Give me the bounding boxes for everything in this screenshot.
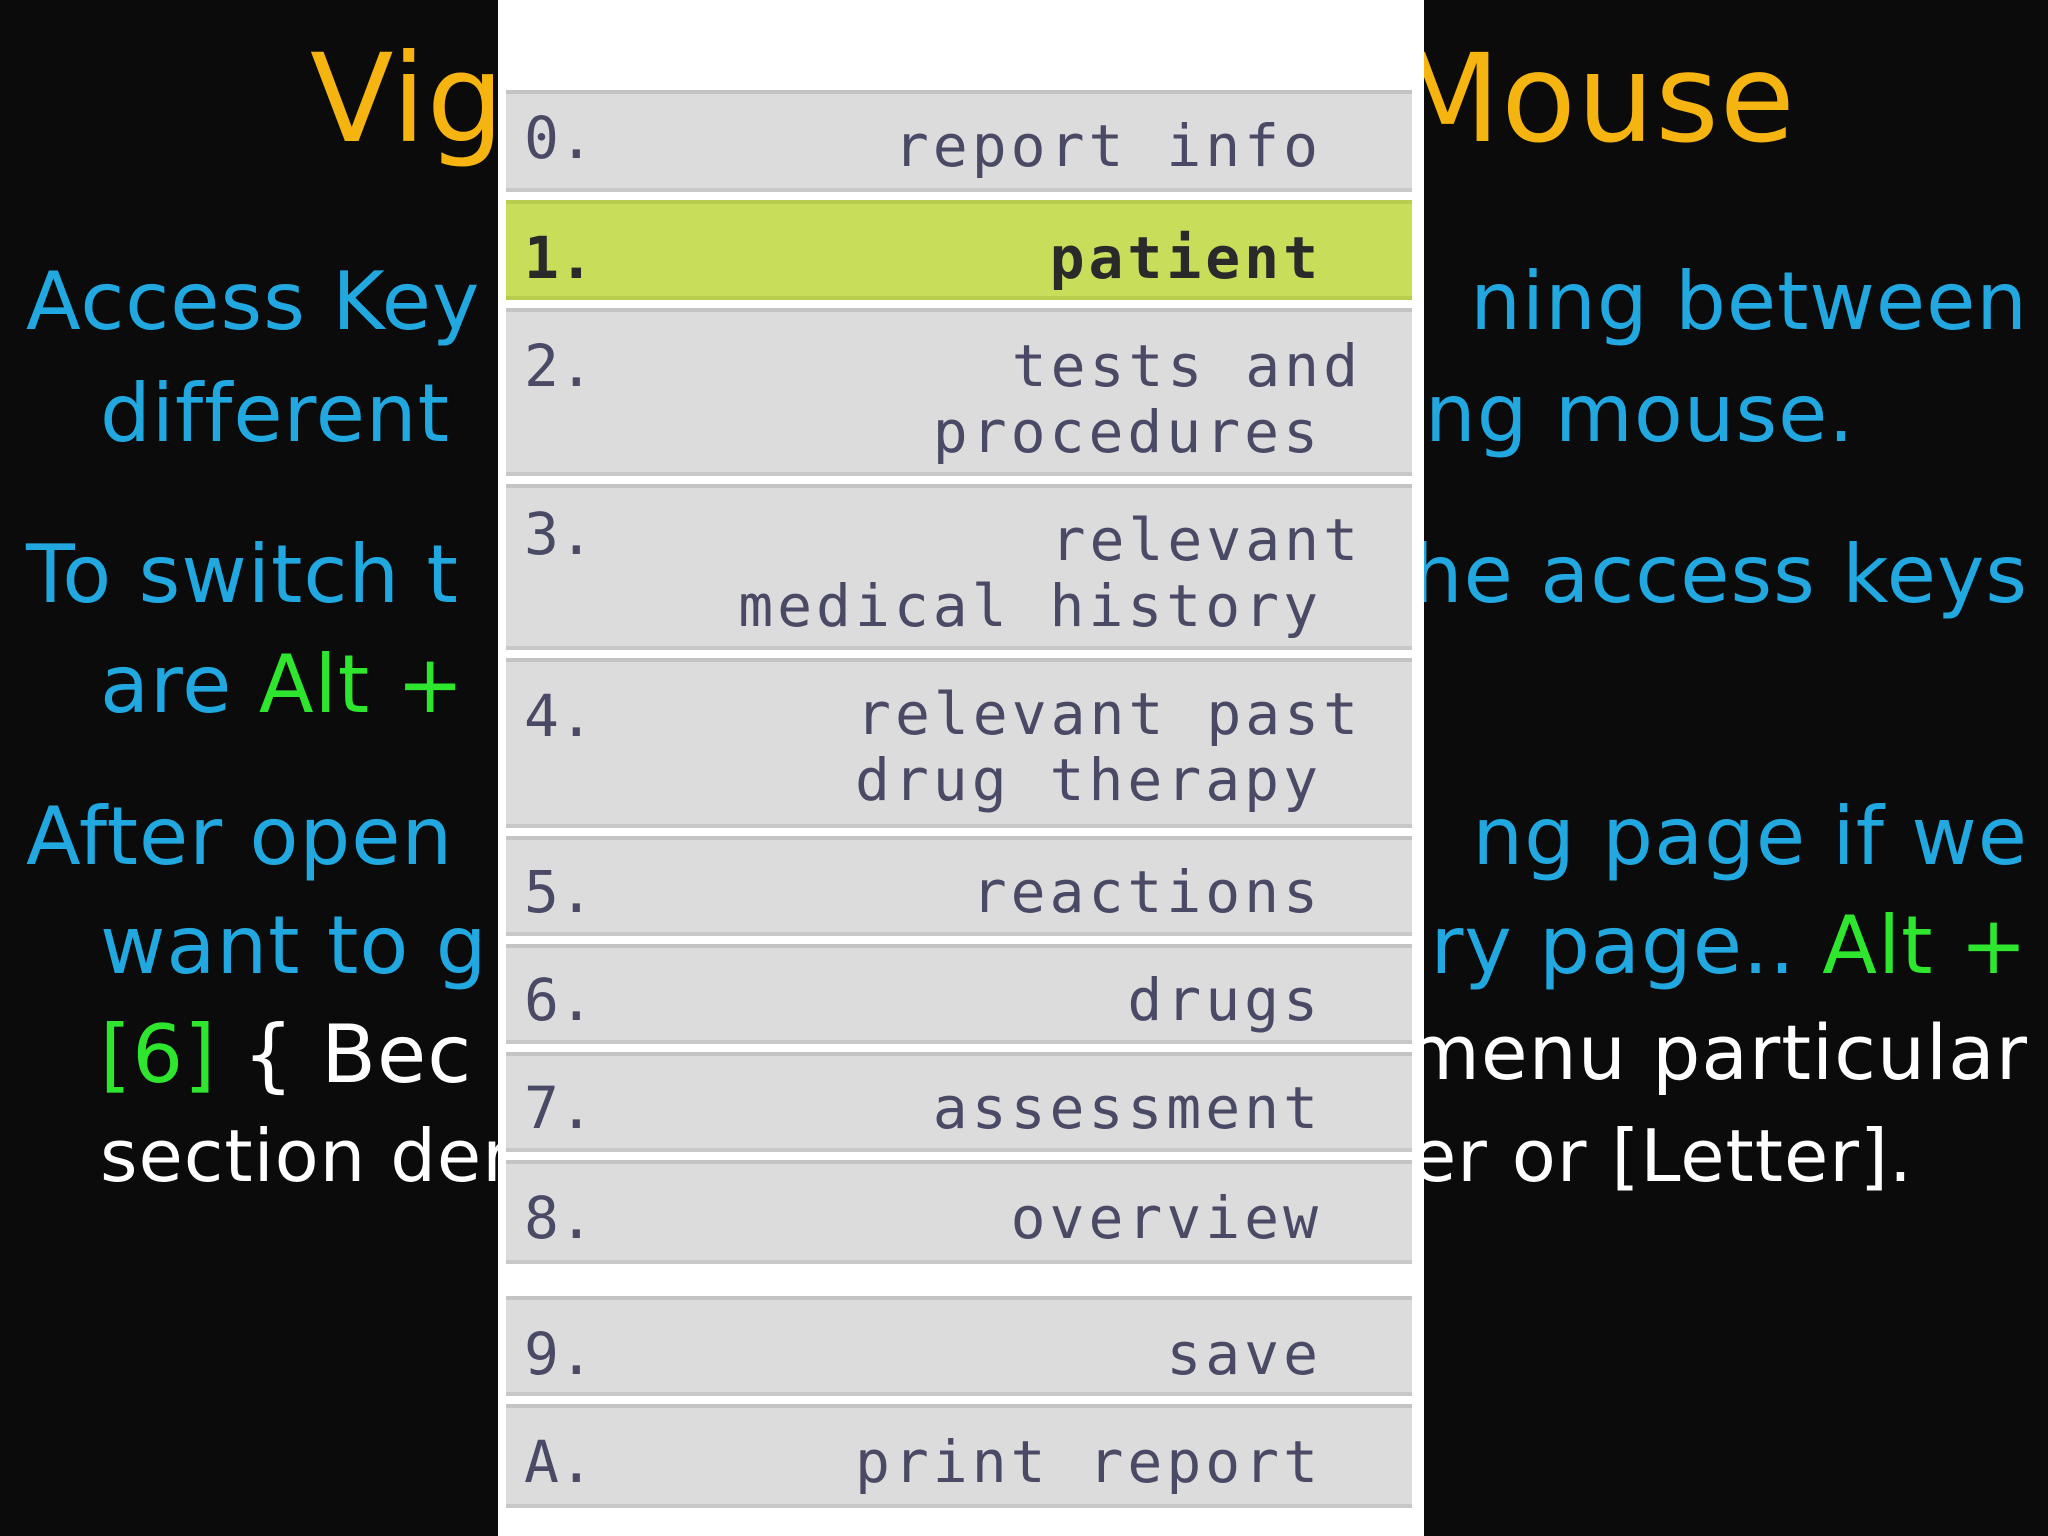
menu-item-label: tests and [1011,332,1362,400]
menu-item-number: 3. [524,500,594,568]
menu-item-number: 9. [524,1320,594,1388]
menu-item-number: 6. [524,966,594,1034]
slide-text-line: menu particular [1405,1008,2028,1097]
slide-text-line: ning between [1470,255,2028,348]
menu-item-drugs[interactable]: 6. drugs [506,944,1412,1044]
alt-plus-text: Alt + [258,638,465,731]
slide-text-line: section der [100,1114,513,1198]
slide-text-line: ng page if we [1472,790,2028,883]
menu-item-save[interactable]: 9. save [506,1296,1412,1396]
menu-item-number: 8. [524,1184,594,1252]
menu-item-patient[interactable]: 1. patient [506,200,1412,300]
slide-text-line: To switch t [26,528,459,621]
menu-item-number: 1. [524,224,594,292]
slide-text-line: Access Key [26,255,481,348]
menu-item-label: procedures [932,398,1322,466]
menu-item-relevant-medical-history[interactable]: 3. relevant medical history [506,484,1412,650]
slide-text-fragment: ry page.. [1430,899,1796,992]
menu-item-number: 5. [524,858,594,926]
menu-item-label: reactions [971,858,1322,926]
menu-item-print-report[interactable]: A. print report [506,1404,1412,1508]
slide-text-line: want to g [100,899,488,992]
slide-text-line: [6] { Bec [100,1015,472,1095]
slide-text-line: are Alt + [100,645,465,725]
menu-item-reactions[interactable]: 5. reactions [506,836,1412,936]
menu-item-label: relevant [1050,506,1362,574]
slide-text-line: After open [26,790,454,883]
slide-title-right: Mouse [1395,28,1796,170]
menu-item-assessment[interactable]: 7. assessment [506,1052,1412,1152]
slide-title-left: Vig [310,28,506,170]
bracket-six-text: [6] [100,1008,217,1101]
slide-text-fragment: are [100,638,233,731]
menu-item-tests-and-procedures[interactable]: 2. tests and procedures [506,308,1412,476]
slide-text-fragment: { Bec [242,1008,473,1101]
menu-item-label: print report [854,1428,1322,1496]
menu-item-number: A. [524,1428,594,1496]
menu-item-number: 0. [524,104,594,172]
slide-text-line: ng mouse. [1425,367,1855,460]
menu-item-number: 2. [524,332,594,400]
menu-item-label: patient [1049,224,1322,292]
menu-item-number: 7. [524,1074,594,1142]
menu-item-label: medical history [738,572,1322,640]
menu-item-label: save [1166,1320,1322,1388]
menu-item-label: overview [1010,1184,1322,1252]
slide-text-line: ry page.. Alt + [1430,906,2028,986]
menu-item-report-info[interactable]: 0. report info [506,90,1412,192]
menu-item-overview[interactable]: 8. overview [506,1160,1412,1264]
navigation-menu-panel: 0. report info 1. patient 2. tests and p… [498,0,1424,1536]
menu-item-label: report info [893,112,1322,180]
slide-text-line: he access keys [1411,528,2028,621]
menu-item-label: drug therapy [854,746,1322,814]
menu-item-label: relevant past [856,680,1362,748]
slide-text-line: different [100,367,450,460]
slide-text-line: er or [Letter]. [1412,1114,1913,1198]
menu-item-number: 4. [524,682,594,750]
menu-item-relevant-past-drug-therapy[interactable]: 4. relevant past drug therapy [506,658,1412,828]
alt-plus-text: Alt + [1822,899,2028,992]
menu-item-label: drugs [1127,966,1322,1034]
menu-item-label: assessment [932,1074,1322,1142]
